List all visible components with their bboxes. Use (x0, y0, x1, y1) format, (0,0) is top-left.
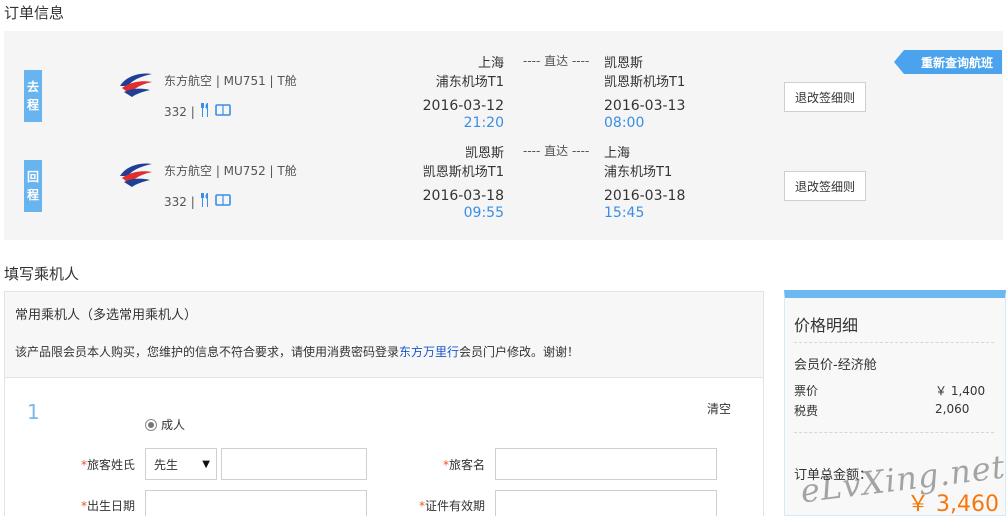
outbound-from-city: 上海 (477, 56, 504, 71)
divider (794, 342, 994, 343)
given-name-label: *旅客名 (442, 458, 485, 472)
surname-label: *旅客姓氏 (80, 458, 135, 472)
outbound-arrive-date: 2016-03-13 (604, 98, 686, 114)
outbound-badge-char-2: 程 (26, 98, 39, 112)
ticket-price-value: ￥ 1,400 (935, 384, 986, 398)
passenger-panel: 常用乘机人（多选常用乘机人） 该产品限会员本人购买，您维护的信息不符合要求，请使… (4, 291, 764, 516)
return-depart-time: 09:55 (463, 205, 504, 221)
outbound-depart-date: 2016-03-12 (422, 98, 504, 114)
outbound-badge: 去 程 (24, 70, 42, 122)
outbound-airline-info: 东方航空 | MU751 | T舱 (164, 74, 297, 88)
given-name-input[interactable] (495, 448, 717, 480)
return-to-city: 上海 (604, 146, 631, 161)
birth-date-label: *出生日期 (80, 499, 135, 513)
outbound-direct-label: ---- 直达 ---- (523, 54, 590, 68)
outbound-aircraft: 332 | (164, 104, 195, 119)
meal-icon (199, 103, 211, 120)
outbound-badge-char-1: 去 (26, 80, 39, 94)
outbound-to-airport: 凯恩斯机场T1 (604, 75, 686, 90)
return-depart-date: 2016-03-18 (422, 188, 504, 204)
outbound-arrive-time: 08:00 (604, 115, 645, 131)
return-airline-info: 东方航空 | MU752 | T舱 (164, 164, 297, 178)
meal-icon (199, 193, 211, 210)
return-from-city: 凯恩斯 (464, 146, 504, 161)
return-arrive-time: 15:45 (604, 205, 645, 221)
radio-selected-icon (145, 418, 157, 431)
return-aircraft: 332 | (164, 194, 195, 209)
id-expiry-input[interactable] (495, 490, 717, 516)
member-notice-prefix: 该产品限会员本人购买，您维护的信息不符合要求，请使用消费密码登录 (15, 345, 400, 359)
outbound-from-airport: 浦东机场T1 (435, 75, 504, 90)
birth-date-input[interactable] (145, 490, 367, 516)
cabin-label: 会员价-经济舱 (794, 358, 877, 373)
return-badge-char-2: 程 (26, 188, 39, 202)
china-eastern-logo-icon (120, 163, 152, 187)
requery-flight-button[interactable]: 重新查询航班 (894, 50, 1002, 74)
select-arrow-icon: ▼ (202, 458, 210, 470)
ticket-price-label: 票价 (794, 384, 819, 398)
return-change-rules-button[interactable]: 退改签细则 (784, 171, 866, 201)
passenger-section-title: 填写乘机人 (4, 265, 80, 283)
china-eastern-logo-icon (120, 73, 152, 97)
passenger-index: 1 (27, 400, 40, 424)
outbound-depart-time: 21:20 (463, 115, 504, 131)
order-section-title: 订单信息 (4, 4, 65, 22)
title-select[interactable]: 先生 ▼ (145, 448, 217, 480)
outbound-change-rules-button[interactable]: 退改签细则 (784, 82, 866, 112)
entertainment-icon (214, 103, 231, 120)
surname-input[interactable] (221, 448, 367, 480)
return-to-airport: 浦东机场T1 (604, 165, 673, 180)
clear-button[interactable]: 清空 (707, 400, 731, 417)
outbound-meta: 332 | (164, 103, 231, 120)
adult-radio-label: 成人 (161, 418, 186, 432)
adult-radio[interactable]: 成人 (145, 416, 185, 433)
title-select-value: 先生 (154, 457, 179, 472)
outbound-to-city: 凯恩斯 (604, 56, 644, 71)
return-meta: 332 | (164, 193, 231, 210)
member-notice: 该产品限会员本人购买，您维护的信息不符合要求，请使用消费密码登录东方万里行会员门… (15, 343, 579, 360)
return-direct-label: ---- 直达 ---- (523, 144, 590, 158)
frequent-passenger-link[interactable]: 常用乘机人（多选常用乘机人） (15, 304, 197, 323)
id-expiry-label: *证件有效期 (418, 499, 485, 513)
eastern-miles-link[interactable]: 东方万里行 (399, 345, 459, 359)
return-arrive-date: 2016-03-18 (604, 188, 686, 204)
member-notice-suffix: 会员门户修改。谢谢！ (459, 345, 580, 359)
entertainment-icon (214, 193, 231, 210)
price-title: 价格明细 (794, 316, 859, 335)
divider (794, 432, 994, 433)
tax-label: 税费 (794, 404, 819, 418)
return-from-airport: 凯恩斯机场T1 (422, 165, 504, 180)
return-badge-char-1: 回 (26, 170, 39, 184)
return-badge: 回 程 (24, 160, 42, 212)
tax-value: 2,060 (935, 402, 970, 416)
